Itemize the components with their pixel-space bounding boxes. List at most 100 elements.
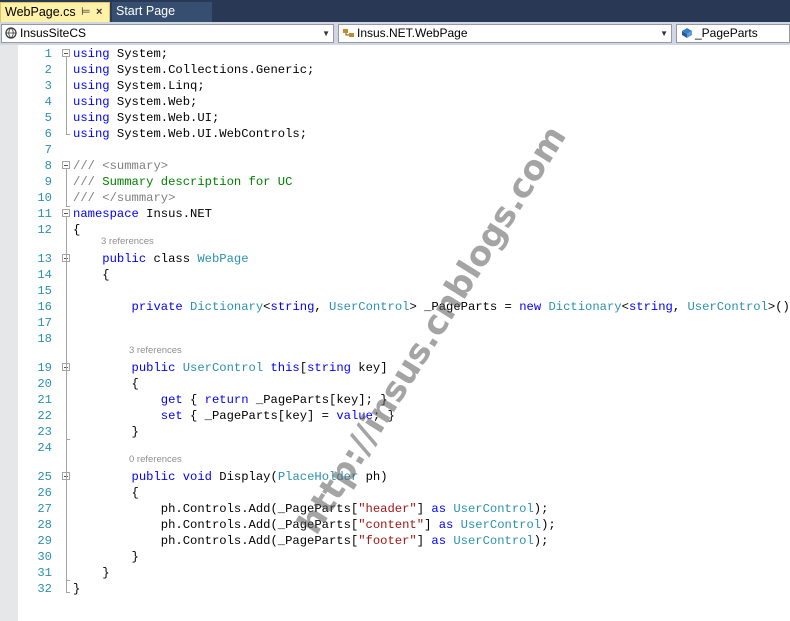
- code-lens-references[interactable]: 3 references: [101, 236, 154, 247]
- code-line[interactable]: 18: [0, 331, 790, 347]
- outline-guide: [66, 169, 67, 207]
- code-line[interactable]: 29 ph.Controls.Add(_PageParts["footer"] …: [0, 533, 790, 549]
- code-line[interactable]: 25 public void Display(PlaceHolder ph): [0, 469, 790, 485]
- code-text: {: [73, 486, 139, 500]
- chevron-down-icon: ▼: [660, 29, 668, 38]
- line-number: 16: [37, 300, 52, 314]
- code-line[interactable]: 8 /// <summary>: [0, 158, 790, 174]
- code-line[interactable]: 31 }: [0, 565, 790, 581]
- code-text: using System.Linq;: [73, 79, 205, 93]
- outline-guide-end: [66, 592, 70, 593]
- line-number: 26: [37, 486, 52, 500]
- line-number: 30: [37, 550, 52, 564]
- code-text: }: [73, 566, 110, 580]
- tab-webpage-cs[interactable]: WebPage.cs ⊨ ×: [0, 2, 110, 22]
- line-number: 29: [37, 534, 52, 548]
- line-number: 17: [37, 316, 52, 330]
- code-line[interactable]: 30 }: [0, 549, 790, 565]
- code-text: set { _PageParts[key] = value; }: [160, 409, 395, 423]
- code-line[interactable]: 16 private Dictionary<string, UserContro…: [0, 299, 790, 315]
- collapse-toggle-icon[interactable]: [62, 209, 70, 217]
- code-text: public class WebPage: [102, 252, 249, 266]
- line-number: 1: [44, 47, 52, 61]
- code-line[interactable]: 2 using System.Collections.Generic;: [0, 62, 790, 78]
- code-text: public UserControl this[string key]: [131, 361, 388, 375]
- navigation-bar: InsusSiteCS ▼ Insus.NET.WebPage ▼ _PageP…: [0, 22, 790, 45]
- line-number: 21: [37, 393, 52, 407]
- code-line[interactable]: 9 /// Summary description for UC: [0, 174, 790, 190]
- line-number: 13: [37, 252, 52, 266]
- type-name: Insus.NET.WebPage: [357, 26, 468, 40]
- code-text: using System.Web;: [73, 95, 198, 109]
- code-text: {: [73, 268, 110, 282]
- line-number: 9: [44, 175, 52, 189]
- code-line[interactable]: 11 namespace Insus.NET: [0, 206, 790, 222]
- code-lens-references[interactable]: 0 references: [129, 454, 182, 465]
- code-line[interactable]: 28 ph.Controls.Add(_PageParts["content"]…: [0, 517, 790, 533]
- line-number: 31: [37, 566, 52, 580]
- document-tab-strip: WebPage.cs ⊨ × Start Page: [0, 0, 790, 22]
- outline-guide-end: [66, 580, 70, 581]
- line-number: 12: [37, 223, 52, 237]
- code-line[interactable]: 24: [0, 440, 790, 456]
- code-text: get { return _PageParts[key]; }: [160, 393, 388, 407]
- line-number: 11: [37, 207, 52, 221]
- project-name: InsusSiteCS: [20, 26, 87, 40]
- member-name: _PageParts: [695, 26, 758, 40]
- code-line[interactable]: 10 /// </summary>: [0, 190, 790, 206]
- code-line[interactable]: 15: [0, 283, 790, 299]
- outline-guide: [66, 486, 67, 581]
- code-text: }: [73, 550, 139, 564]
- code-line[interactable]: 27 ph.Controls.Add(_PageParts["header"] …: [0, 501, 790, 517]
- code-text: ph.Controls.Add(_PageParts["footer"] as …: [73, 534, 549, 548]
- line-number: 20: [37, 377, 52, 391]
- line-number: 22: [37, 409, 52, 423]
- line-number: 4: [44, 95, 52, 109]
- line-number: 27: [37, 502, 52, 516]
- code-text: namespace Insus.NET: [73, 207, 212, 221]
- line-number: 8: [44, 159, 52, 173]
- line-number: 19: [37, 361, 52, 375]
- line-number: 15: [37, 284, 52, 298]
- code-line[interactable]: 3 using System.Linq;: [0, 78, 790, 94]
- line-number: 25: [37, 470, 52, 484]
- code-text: using System.Web.UI.WebControls;: [73, 127, 308, 141]
- code-line[interactable]: 5 using System.Web.UI;: [0, 110, 790, 126]
- code-line[interactable]: 4 using System.Web;: [0, 94, 790, 110]
- outline-guide-end: [66, 134, 70, 135]
- code-line[interactable]: 14 {: [0, 267, 790, 283]
- line-number: 18: [37, 332, 52, 346]
- line-number: 10: [37, 191, 52, 205]
- code-editor[interactable]: 1 using System; 2 using System.Collections.…: [0, 45, 790, 621]
- tab-start-page[interactable]: Start Page: [112, 2, 212, 22]
- code-lens-references[interactable]: 3 references: [129, 345, 182, 356]
- collapse-toggle-icon[interactable]: [62, 161, 70, 169]
- code-text: {: [73, 223, 81, 237]
- code-line[interactable]: 17: [0, 315, 790, 331]
- code-line[interactable]: 26 {: [0, 485, 790, 501]
- chevron-down-icon: ▼: [322, 29, 330, 38]
- tab-label: Start Page: [116, 4, 176, 18]
- type-dropdown[interactable]: Insus.NET.WebPage ▼: [338, 24, 672, 43]
- outline-guide-end: [66, 439, 70, 440]
- code-line[interactable]: 7: [0, 142, 790, 158]
- line-number: 3: [44, 79, 52, 93]
- project-dropdown[interactable]: InsusSiteCS ▼: [1, 24, 334, 43]
- outline-guide: [66, 377, 67, 440]
- code-text: /// Summary description for UC: [73, 175, 293, 189]
- line-number: 14: [37, 268, 52, 282]
- code-text: }: [73, 582, 81, 596]
- code-line[interactable]: 32}: [0, 581, 790, 597]
- line-number: 7: [44, 143, 52, 157]
- collapse-toggle-icon[interactable]: [62, 49, 70, 57]
- close-icon[interactable]: ×: [96, 3, 102, 22]
- class-icon: [343, 29, 354, 37]
- member-dropdown[interactable]: _PageParts: [676, 24, 790, 43]
- pin-icon[interactable]: ⊨: [81, 3, 91, 22]
- code-line[interactable]: 13 public class WebPage: [0, 251, 790, 267]
- code-line[interactable]: 6 using System.Web.UI.WebControls;: [0, 126, 790, 142]
- code-line[interactable]: 1 using System;: [0, 46, 790, 62]
- line-number: 28: [37, 518, 52, 532]
- outline-guide-end: [66, 206, 70, 207]
- tab-label: WebPage.cs: [5, 5, 76, 19]
